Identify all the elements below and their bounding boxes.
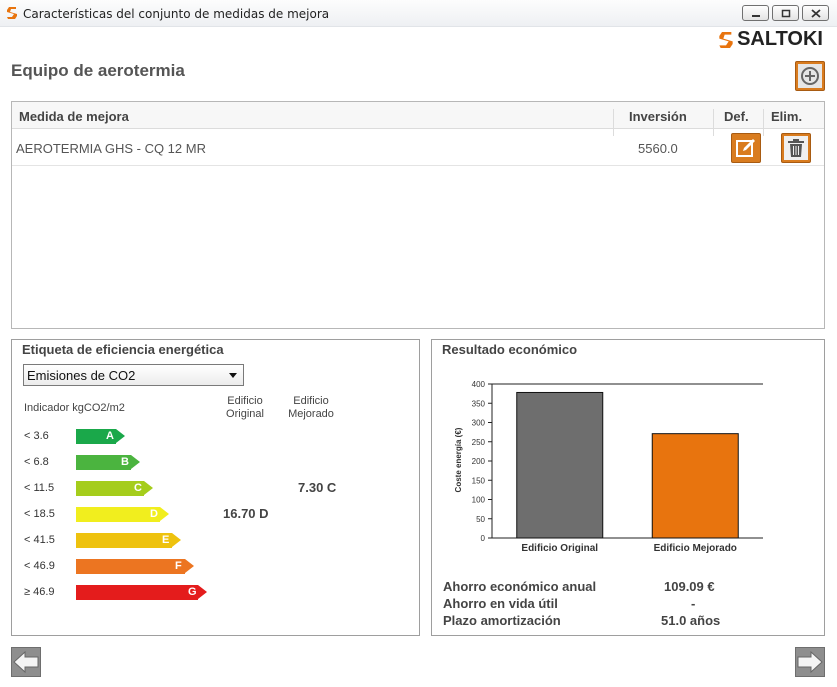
rating-arrow-g: G xyxy=(76,585,207,600)
close-button[interactable] xyxy=(802,5,829,21)
payback-label: Plazo amortización xyxy=(443,613,561,628)
close-icon xyxy=(811,9,821,18)
window-title: Características del conjunto de medidas … xyxy=(23,7,330,21)
rating-arrow-c: C xyxy=(76,481,153,496)
rating-arrow-a: A xyxy=(76,429,125,444)
table-header: Medida de mejora Inversión Def. Elim. xyxy=(12,102,824,136)
rating-letter-a: A xyxy=(106,430,114,442)
lifetime-savings-value: - xyxy=(691,596,696,611)
chart-ytick-label: 0 xyxy=(481,534,486,543)
rating-threshold-a: < 3.6 xyxy=(24,430,49,442)
chart-ytick-label: 350 xyxy=(472,399,486,408)
economic-result-panel: Resultado económico 0 50 100 150 200 250 300 35… xyxy=(431,339,825,636)
chart-bar-improved xyxy=(651,433,739,539)
maximize-button[interactable] xyxy=(772,5,799,21)
title-bar: Características del conjunto de medidas … xyxy=(0,0,837,27)
saltoki-logo: SALTOKI xyxy=(718,28,823,51)
back-button[interactable] xyxy=(11,647,41,677)
rating-letter-d: D xyxy=(150,508,158,520)
saltoki-logo-icon xyxy=(719,31,733,48)
energy-cost-chart: 0 50 100 150 200 250 300 350 400 Edificio Origina… xyxy=(454,380,763,554)
header-investment: Inversión xyxy=(629,109,687,124)
energy-label-title: Etiqueta de eficiencia energética xyxy=(22,342,224,357)
table-row[interactable]: AEROTERMIA GHS - CQ 12 MR 5560.0 xyxy=(12,130,824,166)
maximize-icon xyxy=(781,9,791,18)
economic-result-title: Resultado económico xyxy=(442,342,578,357)
rating-arrow-d: D xyxy=(76,507,169,522)
page-title: Equipo de aerotermia xyxy=(11,61,185,80)
chart-ytick-label: 100 xyxy=(472,496,486,505)
original-rating-value: 16.70 D xyxy=(223,506,269,521)
annual-savings-value: 109.09 € xyxy=(664,579,715,594)
rating-letter-b: B xyxy=(121,456,129,468)
trash-icon xyxy=(788,139,804,157)
arrow-right-icon xyxy=(797,651,823,673)
chevron-down-icon xyxy=(229,373,237,378)
payback-value: 51.0 años xyxy=(661,613,721,628)
rating-threshold-f: < 46.9 xyxy=(24,560,55,572)
annual-savings-label: Ahorro económico anual xyxy=(443,579,597,594)
edit-measure-button[interactable] xyxy=(731,133,761,163)
col-improved-header: Edificio Mejorado xyxy=(288,395,334,420)
lifetime-savings-label: Ahorro en vida útil xyxy=(443,596,558,611)
chart-ytick-label: 300 xyxy=(472,419,486,428)
indicator-select-value: Emisiones de CO2 xyxy=(27,368,136,383)
rating-letter-f: F xyxy=(175,560,182,572)
header-delete: Elim. xyxy=(771,109,803,124)
rating-arrow-e: E xyxy=(76,533,181,548)
minimize-icon xyxy=(752,15,760,17)
plus-circle-icon xyxy=(801,67,819,85)
rating-letter-g: G xyxy=(188,586,197,598)
logo-text: SALTOKI xyxy=(737,28,823,50)
measure-investment: 5560.0 xyxy=(638,141,678,156)
header-def: Def. xyxy=(724,109,749,124)
chart-ylabel: Coste energía (€) xyxy=(454,427,463,492)
measures-table: Medida de mejora Inversión Def. Elim. AE… xyxy=(11,101,825,329)
chart-ytick-label: 50 xyxy=(476,515,485,524)
energy-label-panel: Etiqueta de eficiencia energética Emisio… xyxy=(11,339,420,636)
saltoki-app-icon xyxy=(7,7,17,19)
rating-arrow-b: B xyxy=(76,455,140,470)
chart-ytick-label: 400 xyxy=(472,380,486,389)
minimize-button[interactable] xyxy=(742,5,769,21)
chart-ytick-label: 150 xyxy=(472,476,486,485)
add-measure-button[interactable] xyxy=(795,61,825,91)
rating-letter-e: E xyxy=(162,534,170,546)
indicator-select[interactable]: Emisiones de CO2 xyxy=(23,364,244,386)
indicator-label: Indicador kgCO2/m2 xyxy=(24,402,125,414)
delete-measure-button[interactable] xyxy=(781,133,811,163)
rating-threshold-e: < 41.5 xyxy=(24,534,55,546)
arrow-left-icon xyxy=(13,651,39,673)
col-original-header: Edificio Original xyxy=(226,395,264,420)
chart-category-label: Edificio Original xyxy=(521,543,598,554)
rating-threshold-g: ≥ 46.9 xyxy=(24,586,55,598)
rating-threshold-c: < 11.5 xyxy=(24,482,55,494)
chart-ytick-label: 200 xyxy=(472,457,486,466)
measure-name: AEROTERMIA GHS - CQ 12 MR xyxy=(16,141,206,156)
rating-threshold-b: < 6.8 xyxy=(24,456,49,468)
rating-letter-c: C xyxy=(134,482,142,494)
rating-arrow-f: F xyxy=(76,559,194,574)
rating-threshold-d: < 18.5 xyxy=(24,508,55,520)
header-measure: Medida de mejora xyxy=(19,109,129,124)
chart-ytick-label: 250 xyxy=(472,438,486,447)
chart-category-label: Edificio Mejorado xyxy=(654,543,737,554)
next-button[interactable] xyxy=(795,647,825,677)
chart-bar-original xyxy=(516,391,604,539)
edit-icon xyxy=(736,139,755,157)
improved-rating-value: 7.30 C xyxy=(298,480,337,495)
